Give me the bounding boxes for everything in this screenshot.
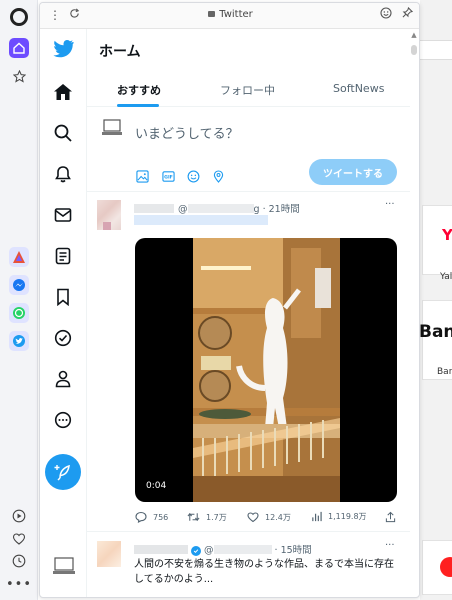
tweet[interactable]: @ g · 21時間 ··· 0:04 756 1.7万 12.4万 1,119…	[87, 192, 410, 532]
bang-logo: Bang	[419, 322, 452, 342]
speed-dial-home-icon[interactable]	[9, 38, 29, 58]
compose-tweet-button[interactable]	[45, 454, 81, 490]
aria-app-icon[interactable]	[9, 247, 29, 267]
location-pin-icon[interactable]	[211, 169, 225, 183]
verified-icon[interactable]	[51, 326, 75, 350]
tweet-text-redacted	[134, 215, 268, 225]
views-bar-chart-icon	[311, 511, 322, 522]
reply-count: 756	[153, 512, 169, 522]
cat-video-frame	[193, 238, 340, 502]
twitter-app-icon[interactable]	[9, 331, 29, 351]
author-handle-redacted[interactable]	[187, 204, 254, 213]
heart-icon[interactable]	[11, 531, 27, 547]
reply-icon	[135, 511, 147, 523]
tweet-time[interactable]: · 21時間	[263, 204, 300, 215]
svg-text:GIF: GIF	[164, 174, 173, 180]
panel-toolbar: ⋮ Twitter	[40, 3, 419, 29]
scrollbar-thumb[interactable]	[411, 45, 417, 55]
lock-icon	[208, 11, 216, 17]
account-switcher-icon[interactable]	[52, 557, 76, 575]
avatar[interactable]	[97, 541, 121, 567]
verified-badge-icon	[191, 546, 201, 556]
tweet[interactable]: @ · 15時間 ··· 人間の不安を煽る生き物のような作品、まるで本当に存在し…	[87, 533, 410, 598]
twitter-main: ホーム おすすめ フォロー中 SoftNews いまどうしてる？ GIF ツイー…	[87, 29, 410, 598]
author-name-redacted[interactable]	[134, 204, 174, 213]
author-handle-suffix: g	[253, 204, 260, 215]
tweet-header: @ g · 21時間	[134, 201, 300, 215]
compose-box: いまどうしてる？ GIF ツイートする	[87, 108, 410, 192]
tweet-actions: 756 1.7万 12.4万 1,119.8万	[135, 511, 405, 525]
retweet-icon	[187, 511, 200, 523]
like-button[interactable]: 12.4万	[247, 511, 291, 523]
image-icon[interactable]	[135, 169, 149, 183]
twitter-panel: ⋮ Twitter ▲ ホーム おすすめ フォロー中 SoftNews いまどう…	[39, 2, 420, 598]
bookmarks-star-icon[interactable]	[9, 66, 29, 86]
page-title: ホーム	[99, 44, 141, 60]
author-handle-prefix: @	[204, 545, 214, 556]
background-card-label: Yal	[440, 272, 452, 282]
explore-search-icon[interactable]	[51, 121, 75, 145]
panel-title: Twitter	[40, 9, 419, 20]
notifications-bell-icon[interactable]	[51, 162, 75, 186]
tab-recommended[interactable]: おすすめ	[117, 82, 161, 98]
feather-plus-icon	[54, 464, 70, 481]
bang-logo-text-a: Ban	[419, 322, 452, 342]
background-card-label: Ban	[437, 367, 452, 377]
author-handle-prefix: @	[178, 204, 188, 215]
scroll-up-arrow-icon[interactable]: ▲	[410, 31, 418, 41]
tweet-header: @ · 15時間	[134, 542, 312, 556]
messenger-app-icon[interactable]	[9, 275, 29, 295]
pin-icon[interactable]	[402, 6, 414, 21]
tweet-video[interactable]: 0:04	[135, 238, 397, 502]
yahoo-logo-icon: Y	[442, 226, 452, 244]
tab-following[interactable]: フォロー中	[220, 82, 275, 98]
tweet-more-button[interactable]: ···	[385, 199, 395, 210]
more-options-icon[interactable]	[51, 408, 75, 432]
tweet-time[interactable]: · 15時間	[275, 545, 312, 556]
author-name-redacted[interactable]	[134, 545, 188, 554]
tab-softnews[interactable]: SoftNews	[333, 82, 384, 95]
views-count: 1,119.8万	[328, 512, 367, 521]
home-icon[interactable]	[51, 80, 75, 104]
bookmark-icon[interactable]	[51, 285, 75, 309]
profile-icon[interactable]	[51, 367, 75, 391]
opera-logo-icon[interactable]	[10, 8, 28, 26]
opera-sidebar: •••	[0, 0, 38, 600]
author-handle-redacted[interactable]	[213, 545, 272, 554]
avatar[interactable]	[97, 200, 121, 230]
emoji-picker-icon[interactable]	[186, 169, 200, 183]
active-tab-indicator	[117, 104, 159, 107]
retweet-count: 1.7万	[206, 512, 227, 522]
whatsapp-app-icon[interactable]	[9, 303, 29, 323]
video-timestamp: 0:04	[146, 481, 167, 491]
tweet-submit-button[interactable]: ツイートする	[309, 159, 397, 185]
sidebar-more-icon[interactable]: •••	[6, 576, 31, 592]
history-clock-icon[interactable]	[11, 553, 27, 569]
reply-button[interactable]: 756	[135, 511, 168, 523]
emoji-icon[interactable]	[380, 7, 392, 22]
retweet-button[interactable]: 1.7万	[187, 511, 227, 523]
messages-envelope-icon[interactable]	[51, 203, 75, 227]
share-button[interactable]	[385, 511, 402, 523]
like-heart-icon	[247, 511, 259, 523]
like-count: 12.4万	[265, 512, 291, 522]
tweet-more-button[interactable]: ···	[385, 540, 395, 551]
player-icon[interactable]	[11, 508, 27, 524]
twitter-nav	[40, 29, 87, 597]
lists-icon[interactable]	[51, 244, 75, 268]
share-icon	[385, 511, 396, 523]
user-avatar[interactable]	[101, 119, 123, 137]
twitter-bird-icon[interactable]	[51, 37, 75, 61]
compose-input[interactable]: いまどうしてる？	[135, 123, 239, 142]
tweet-text: 人間の不安を煽る生き物のような作品、まるで本当に存在してるかのよう...	[134, 559, 394, 585]
feed-tabs: おすすめ フォロー中 SoftNews	[87, 73, 410, 107]
background-address-strip	[420, 40, 452, 60]
gif-icon[interactable]: GIF	[161, 169, 175, 183]
views-button[interactable]: 1,119.8万	[311, 511, 367, 522]
tweet-media-preview[interactable]	[135, 597, 397, 598]
panel-title-text: Twitter	[219, 9, 253, 20]
panel-scrollbar[interactable]: ▲	[410, 31, 418, 597]
